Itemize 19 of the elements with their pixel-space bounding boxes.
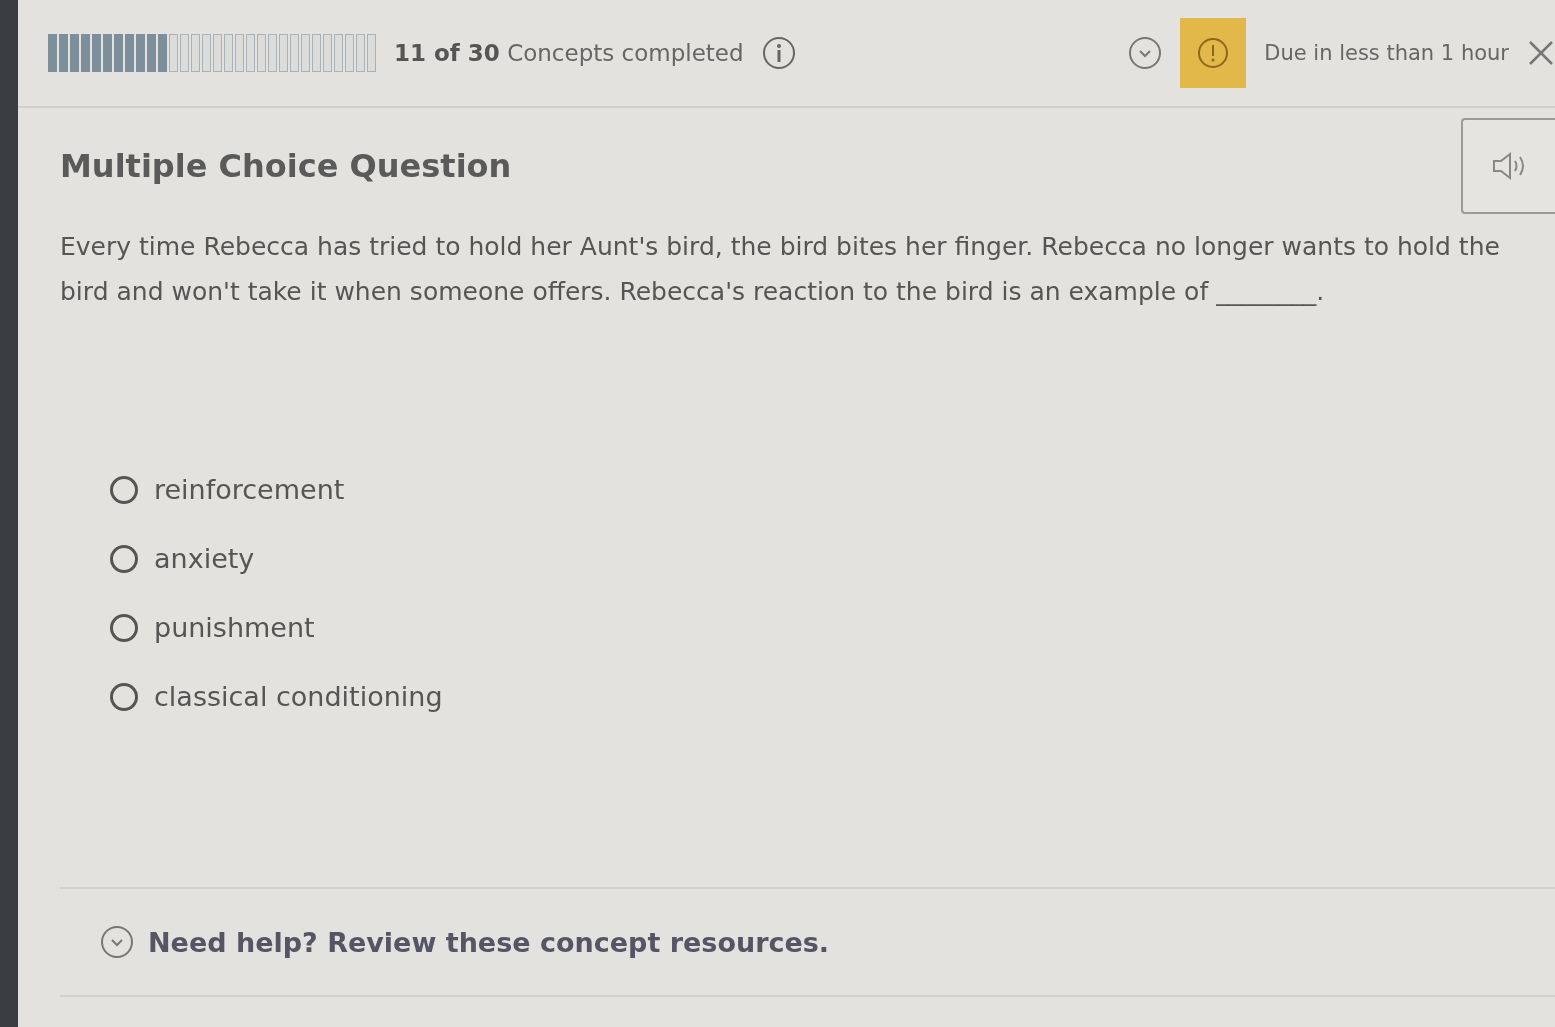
answer-option[interactable]: punishment xyxy=(110,612,1555,643)
answer-option[interactable]: anxiety xyxy=(110,543,1555,574)
question-text: Every time Rebecca has tried to hold her Aunt's bird, the bird bites her finger. Rebecca no longer wants to hold the bird and won't take it when someone offers. Rebecca's reaction to the bird is an example of ________. xyxy=(60,231,1501,308)
progress-text: 11 of 30 Concepts completed xyxy=(394,40,744,66)
alert-badge xyxy=(1180,18,1247,88)
info-icon[interactable] xyxy=(761,36,796,70)
chevron-down-icon[interactable] xyxy=(1128,36,1163,70)
radio-button[interactable] xyxy=(110,475,138,504)
radio-button[interactable] xyxy=(110,544,138,573)
due-text: Due in less than 1 hour xyxy=(1264,41,1509,65)
speaker-icon xyxy=(1491,151,1527,181)
close-icon[interactable] xyxy=(1527,39,1555,67)
answer-option[interactable]: classical conditioning xyxy=(110,681,1555,712)
question-title: Multiple Choice Question xyxy=(60,147,512,185)
radio-button[interactable] xyxy=(110,613,138,642)
chevron-down-icon[interactable] xyxy=(100,925,134,959)
help-link[interactable]: Need help? Review these concept resources. xyxy=(148,926,830,958)
radio-button[interactable] xyxy=(110,682,138,711)
answer-option[interactable]: reinforcement xyxy=(110,474,1555,505)
